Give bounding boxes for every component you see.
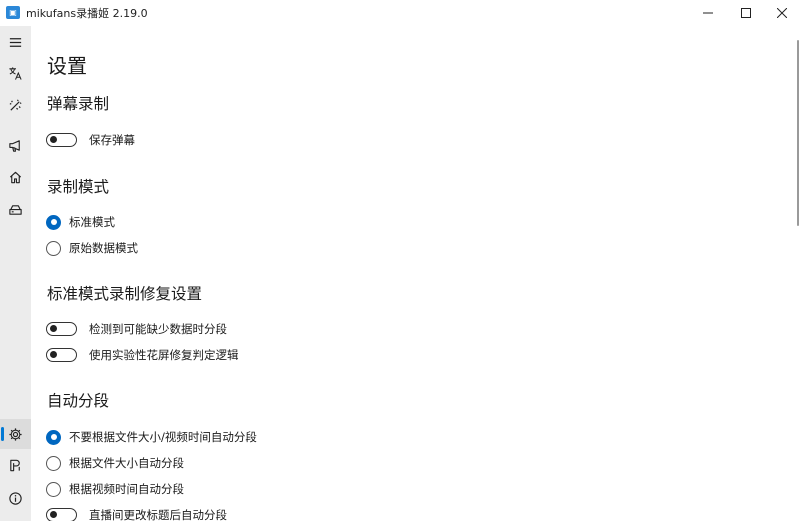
home-icon	[9, 171, 22, 183]
radio-no-auto-split[interactable]: 不要根据文件大小/视频时间自动分段	[46, 427, 257, 447]
radio-label: 标准模式	[69, 215, 115, 229]
info-icon	[9, 491, 22, 505]
vertical-scrollbar[interactable]	[797, 40, 799, 226]
minimize-icon	[703, 12, 713, 14]
close-icon	[777, 8, 787, 18]
minimize-button[interactable]	[690, 0, 726, 26]
megaphone-icon	[9, 139, 20, 152]
sidebar-item-tools[interactable]	[0, 90, 31, 120]
radio-standard-mode[interactable]: 标准模式	[46, 212, 115, 232]
title-bar: ▣ mikufans录播姬 2.19.0	[0, 0, 800, 26]
toggle-switch[interactable]	[46, 348, 77, 362]
radio-button[interactable]	[46, 481, 61, 497]
sidebar-item-about[interactable]	[0, 483, 31, 513]
experimental-repair-toggle[interactable]: 使用实验性花屏修复判定逻辑	[46, 345, 239, 365]
toggle-label: 直播间更改标题后自动分段	[89, 508, 227, 521]
hamburger-menu-icon	[9, 37, 22, 47]
radio-button[interactable]	[46, 240, 61, 256]
settings-page: 设置 弹幕录制 保存弹幕 录制模式 标准模式 原始数据模式 标准模式录制修复设置…	[31, 26, 800, 521]
magic-wand-icon	[9, 98, 22, 111]
section-title-repair: 标准模式录制修复设置	[47, 285, 203, 303]
radio-label: 不要根据文件大小/视频时间自动分段	[69, 430, 257, 444]
save-danmaku-toggle[interactable]: 保存弹幕	[46, 130, 135, 150]
maximize-button[interactable]	[728, 0, 764, 26]
close-button[interactable]	[764, 0, 800, 26]
toggle-switch[interactable]	[46, 508, 77, 521]
radio-button[interactable]	[46, 455, 61, 471]
toggle-switch[interactable]	[46, 322, 77, 336]
sidebar-item-tasks[interactable]	[0, 194, 31, 224]
sidebar-item-announcement[interactable]	[0, 130, 31, 160]
selection-indicator	[1, 427, 4, 441]
radio-raw-data-mode[interactable]: 原始数据模式	[46, 238, 138, 258]
translate-icon	[9, 66, 22, 80]
window-title: mikufans录播姬 2.19.0	[26, 7, 148, 20]
maximize-icon	[741, 8, 751, 18]
radio-button[interactable]	[46, 214, 61, 230]
radio-split-by-size[interactable]: 根据文件大小自动分段	[46, 453, 184, 473]
section-title-danmaku: 弹幕录制	[47, 95, 110, 113]
toggle-label: 检测到可能缺少数据时分段	[89, 322, 227, 336]
page-title: 设置	[47, 54, 87, 78]
sidebar-item-home[interactable]	[0, 162, 31, 192]
radio-label: 根据文件大小自动分段	[69, 456, 184, 470]
toolbox-icon	[10, 459, 20, 471]
section-title-record-mode: 录制模式	[47, 178, 110, 196]
radio-button[interactable]	[46, 429, 61, 445]
radio-label: 根据视频时间自动分段	[69, 482, 184, 496]
gear-icon	[9, 427, 22, 441]
sidebar-item-language[interactable]	[0, 58, 31, 88]
sidebar-item-settings[interactable]	[0, 419, 31, 449]
save-danmaku-label: 保存弹幕	[89, 133, 135, 147]
sidebar-nav	[0, 26, 31, 521]
split-on-title-change-toggle[interactable]: 直播间更改标题后自动分段	[46, 505, 227, 521]
radio-label: 原始数据模式	[69, 241, 138, 255]
toggle-switch[interactable]	[46, 133, 77, 147]
sidebar-item-menu[interactable]	[0, 27, 31, 57]
toggle-label: 使用实验性花屏修复判定逻辑	[89, 348, 239, 362]
split-on-missing-data-toggle[interactable]: 检测到可能缺少数据时分段	[46, 319, 227, 339]
drive-icon	[9, 204, 22, 215]
sidebar-item-toolbox[interactable]	[0, 450, 31, 480]
radio-split-by-time[interactable]: 根据视频时间自动分段	[46, 479, 184, 499]
app-logo-icon: ▣	[6, 6, 20, 19]
section-title-auto-split: 自动分段	[47, 392, 110, 410]
